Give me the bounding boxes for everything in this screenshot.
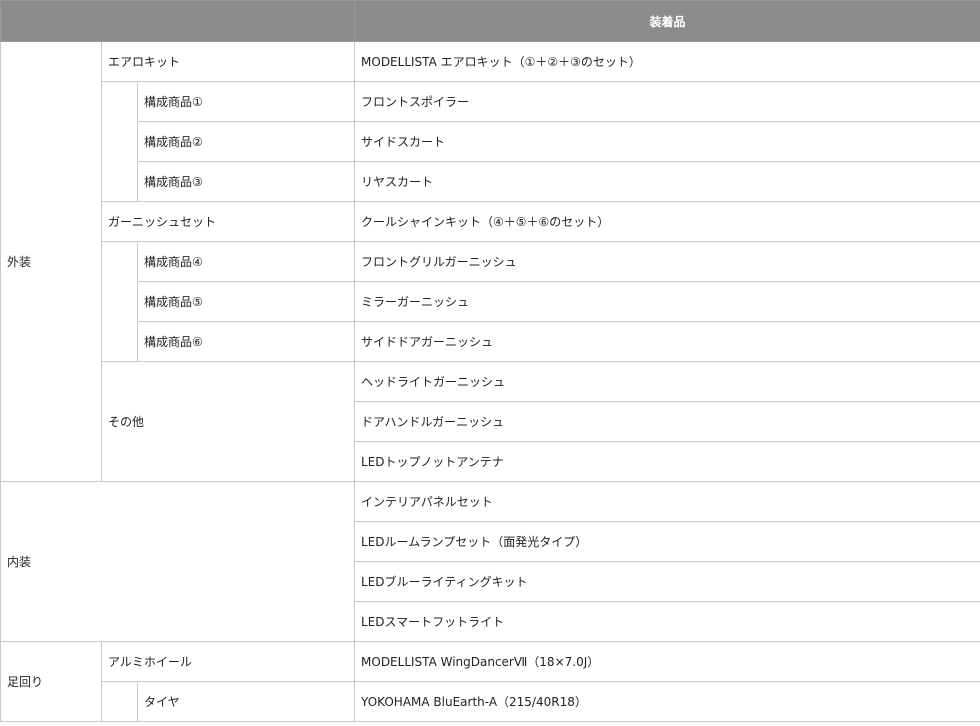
interior-item: LEDブルーライティングキット xyxy=(354,561,980,602)
table-row: 構成商品① フロントスポイラー xyxy=(1,81,980,202)
other-item: ドアハンドルガーニッシュ xyxy=(354,401,980,442)
table-row: タイヤ YOKOHAMA BluEarth-A（215/40R18） xyxy=(1,681,980,722)
section-interior: 内装 xyxy=(0,481,356,642)
garnish-part-value: サイドドアガーニッシュ xyxy=(354,321,980,362)
tire-label: タイヤ xyxy=(136,681,356,722)
garnish-part-value: フロントグリルガーニッシュ xyxy=(354,241,980,282)
garnish-part-value: ミラーガーニッシュ xyxy=(354,281,980,322)
garnish-set-label: ガーニッシュセット xyxy=(100,201,356,242)
indent-cell xyxy=(101,81,138,202)
aero-part-label: 構成商品② xyxy=(136,121,356,162)
table-row: 構成商品④ フロントグリルガーニッシュ xyxy=(1,241,980,362)
wheel-label: アルミホイール xyxy=(100,641,356,682)
table-row: 足回り アルミホイール MODELLISTA WingDancerⅦ（18×7.… xyxy=(0,641,980,722)
table-row: 構成商品② サイドスカート xyxy=(1,121,980,162)
aero-part-value: フロントスポイラー xyxy=(354,81,980,122)
indent-cell xyxy=(101,681,138,722)
table-row: 構成商品⑥ サイドドアガーニッシュ xyxy=(1,321,980,362)
interior-item: インテリアパネルセット xyxy=(354,481,980,522)
header-equipment: 装着品 xyxy=(354,0,980,42)
aero-part-value: リヤスカート xyxy=(354,161,980,202)
equipment-table: 装着品 外装 エアロキット MODELLISTA エアロキット（①＋②＋③のセッ… xyxy=(0,0,980,722)
aero-part-label: 構成商品① xyxy=(136,81,356,122)
section-exterior: 外装 xyxy=(0,41,102,482)
interior-item: LEDルームランプセット（面発光タイプ） xyxy=(354,521,980,562)
table-row: 構成商品⑤ ミラーガーニッシュ xyxy=(1,281,980,322)
interior-item: LEDスマートフットライト xyxy=(354,601,980,642)
garnish-set-value: クールシャインキット（④＋⑤＋⑥のセット） xyxy=(354,201,980,242)
garnish-part-label: 構成商品④ xyxy=(136,241,356,282)
aero-kit-value: MODELLISTA エアロキット（①＋②＋③のセット） xyxy=(354,41,980,82)
indent-cell xyxy=(101,241,138,362)
garnish-part-label: 構成商品⑤ xyxy=(136,281,356,322)
table-row: その他 ヘッドライトガーニッシュ xyxy=(1,361,980,482)
header-blank-cell xyxy=(0,0,356,42)
aero-part-value: サイドスカート xyxy=(354,121,980,162)
wheel-value: MODELLISTA WingDancerⅦ（18×7.0J） xyxy=(354,641,980,682)
garnish-part-label: 構成商品⑥ xyxy=(136,321,356,362)
aero-part-label: 構成商品③ xyxy=(136,161,356,202)
table-row: 構成商品③ リヤスカート xyxy=(1,161,980,202)
table-row: 内装 インテリアパネルセット xyxy=(0,481,980,642)
table-header-row: 装着品 xyxy=(0,0,980,42)
section-chassis: 足回り xyxy=(0,641,102,722)
table-row: 外装 エアロキット MODELLISTA エアロキット（①＋②＋③のセット） xyxy=(0,41,980,482)
other-label: その他 xyxy=(100,361,356,482)
other-item: LEDトップノットアンテナ xyxy=(354,441,980,482)
table-row: ガーニッシュセット クールシャインキット（④＋⑤＋⑥のセット） xyxy=(1,201,980,242)
other-item: ヘッドライトガーニッシュ xyxy=(354,361,980,402)
tire-value: YOKOHAMA BluEarth-A（215/40R18） xyxy=(354,681,980,722)
aero-kit-label: エアロキット xyxy=(100,41,356,82)
